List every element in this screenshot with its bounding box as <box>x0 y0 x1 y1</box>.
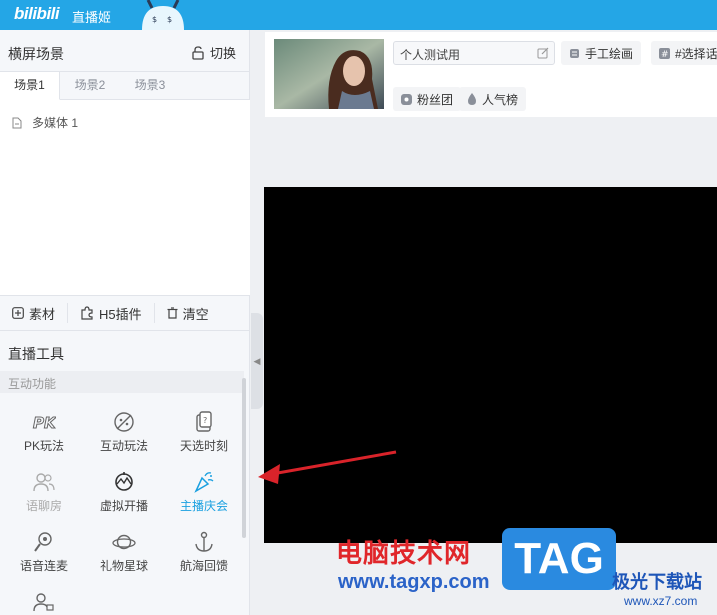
source-item-label: 多媒体 1 <box>32 116 79 130</box>
left-panel: 横屏场景 切换 场景1 场景2 场景3 多媒体 1 素材 H5插件 清空 直播工… <box>0 30 250 615</box>
plus-square-icon <box>12 307 24 319</box>
watermark-site-name: 电脑技术网 <box>336 538 472 568</box>
live-preview-canvas[interactable] <box>264 187 717 543</box>
tab-scene-3[interactable]: 场景3 <box>120 72 180 100</box>
edit-icon[interactable] <box>537 47 549 59</box>
switch-label: 切换 <box>209 46 236 61</box>
hash-icon: # <box>659 47 670 59</box>
tool-label: 虚拟开播 <box>99 499 148 513</box>
voice-link-icon <box>34 532 52 552</box>
trash-icon <box>167 307 178 319</box>
source-toolbar: 素材 H5插件 清空 <box>0 295 250 331</box>
tool-label: 主播庆会 <box>179 499 228 513</box>
tool-voyage-feedback[interactable]: 航海回馈 <box>172 530 236 580</box>
tab-scene-2[interactable]: 场景2 <box>60 72 120 100</box>
svg-text:$: $ <box>152 15 157 24</box>
voice-room-icon <box>33 473 55 492</box>
tag-select-label: #选择话 <box>675 46 717 61</box>
tool-voice-room[interactable]: 语聊房 <box>12 470 76 520</box>
user-camera-icon <box>33 593 54 612</box>
watermark-site-url: www.xz7.com <box>624 594 698 608</box>
pk-icon: PK <box>33 414 57 433</box>
live-tools-title: 直播工具 <box>8 346 64 362</box>
tool-voice-link[interactable]: 语音连麦 <box>12 530 76 580</box>
app-title: 直播姬 <box>72 10 112 25</box>
gift-planet-icon <box>112 534 136 550</box>
tab-scene-1[interactable]: 场景1 <box>0 72 60 100</box>
svg-text:?: ? <box>203 416 207 425</box>
category-chip[interactable]: 手工绘画 <box>561 41 642 65</box>
tool-anchor-celebration[interactable]: 主播庆会 <box>172 470 236 520</box>
room-cover-image[interactable] <box>274 39 384 109</box>
tool-label: PK玩法 <box>23 439 64 453</box>
unlock-icon <box>192 45 204 60</box>
mascot-icon: $ $ <box>142 0 184 30</box>
category-label: 手工绘画 <box>585 46 634 61</box>
watermark-cn-site: 极光下载站 <box>612 572 702 592</box>
interactive-section-header: 互动功能 <box>0 371 244 393</box>
tag-select-chip[interactable]: # #选择话 <box>651 41 717 65</box>
tool-interactive-play[interactable]: 互动玩法 <box>92 410 156 460</box>
celebration-icon <box>194 472 214 493</box>
tool-label: 航海回馈 <box>179 559 228 573</box>
tool-virtual-live[interactable]: 虚拟开播 <box>92 470 156 520</box>
fan-club-chip[interactable]: 粉丝团 <box>393 87 462 111</box>
fan-club-icon <box>401 93 412 105</box>
interact-play-icon <box>114 412 134 432</box>
puzzle-icon <box>81 306 93 320</box>
scene-panel-title: 横屏场景 <box>8 46 64 62</box>
clear-label: 清空 <box>182 306 209 322</box>
source-list: 多媒体 1 <box>0 100 250 295</box>
source-item[interactable]: 多媒体 1 <box>12 114 78 131</box>
h5-plugin-label: H5插件 <box>99 306 142 322</box>
tool-gift-planet[interactable]: 礼物星球 <box>92 530 156 580</box>
tool-label: 语聊房 <box>25 499 62 513</box>
tool-label: 互动玩法 <box>99 439 148 453</box>
h5-plugin-button[interactable]: H5插件 <box>68 303 155 323</box>
tool-lucky-draw[interactable]: ? 天选时刻 <box>172 410 236 460</box>
top-bar: bilibili 直播姬 $ $ <box>0 0 717 30</box>
popularity-label: 人气榜 <box>482 92 519 107</box>
tool-pk[interactable]: PK PK玩法 <box>12 410 76 460</box>
lucky-draw-icon: ? <box>196 411 212 432</box>
watermark-tag-badge: TAG <box>502 528 616 590</box>
bilibili-logo: bilibili <box>14 4 60 23</box>
watermark-url: www.tagxp.com <box>338 571 490 593</box>
interactive-section-label: 互动功能 <box>8 377 57 391</box>
flame-icon <box>468 93 476 105</box>
clear-button[interactable]: 清空 <box>155 303 221 323</box>
scene-tabs: 场景1 场景2 场景3 <box>0 72 250 100</box>
room-info-card: 个人测试用 手工绘画 # #选择话 粉丝团 人气榜 <box>265 32 717 117</box>
tool-partial[interactable] <box>12 590 76 615</box>
tool-label: 礼物星球 <box>99 559 148 573</box>
svg-text:PK: PK <box>33 414 56 432</box>
category-icon <box>570 48 579 58</box>
tool-label: 语音连麦 <box>19 559 68 573</box>
popularity-chip[interactable]: 人气榜 <box>459 87 527 111</box>
fan-club-label: 粉丝团 <box>417 92 454 107</box>
scene-header: 横屏场景 切换 <box>0 30 250 72</box>
virtual-live-icon <box>115 472 133 491</box>
switch-orientation-button[interactable]: 切换 <box>192 43 236 62</box>
svg-text:$: $ <box>167 15 172 24</box>
collapse-panel-handle[interactable]: ◀ <box>251 313 263 409</box>
room-title-input[interactable]: 个人测试用 <box>393 41 555 65</box>
material-label: 素材 <box>29 306 56 322</box>
svg-text:#: # <box>661 50 669 59</box>
anchor-icon <box>195 531 213 552</box>
file-icon <box>12 117 22 128</box>
tools-scrollbar[interactable] <box>242 378 246 538</box>
tool-label: 天选时刻 <box>179 439 228 453</box>
room-title-value: 个人测试用 <box>400 48 461 62</box>
add-material-button[interactable]: 素材 <box>0 303 69 323</box>
